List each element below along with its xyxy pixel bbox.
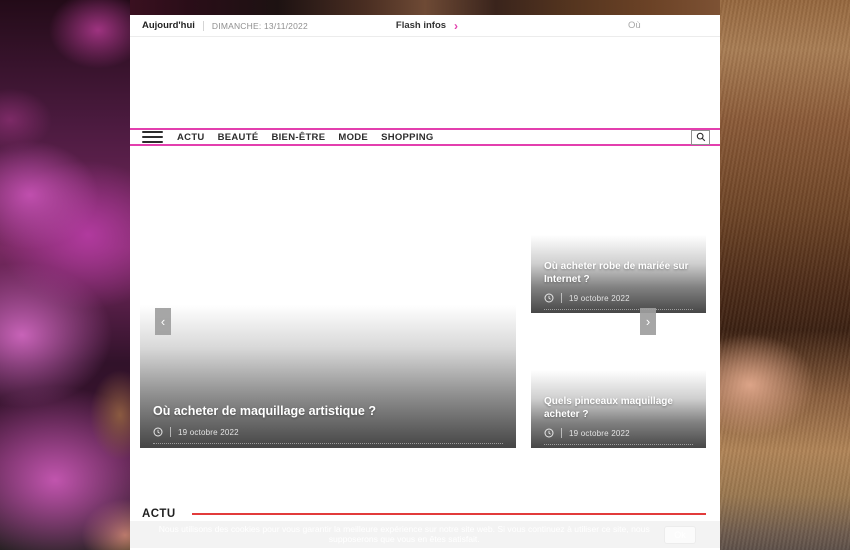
article-date: 19 octobre 2022 [178, 428, 239, 437]
today-label: Aujourd'hui [142, 20, 195, 31]
article-meta: 19 octobre 2022 [544, 293, 693, 310]
nav-item-bien-etre[interactable]: BIEN-ÊTRE [271, 132, 325, 143]
article-title[interactable]: Quels pinceaux maquillage acheter ? [531, 396, 706, 421]
flash-infos-label: Flash infos [396, 20, 446, 31]
main-content-panel: Aujourd'hui DIMANCHE: 13/11/2022 Flash i… [130, 15, 720, 550]
article-meta: 19 octobre 2022 [153, 427, 503, 444]
carousel-prev-button[interactable]: ‹ [155, 308, 171, 335]
meta-separator [561, 293, 562, 303]
cookie-ok-button[interactable]: Ok [664, 526, 696, 544]
background-photo-face [720, 0, 850, 550]
carousel-next-button[interactable]: › [640, 308, 656, 335]
background-photo-orchids [0, 0, 130, 550]
article-date: 19 octobre 2022 [569, 294, 630, 303]
main-navigation: ACTU BEAUTÉ BIEN-ÊTRE MODE SHOPPING [130, 128, 720, 146]
featured-article-main[interactable]: ‹ › Où acheter de maquillage artistique … [140, 183, 516, 448]
featured-article-side[interactable]: Quels pinceaux maquillage acheter ? 19 o… [531, 318, 706, 448]
current-date: DIMANCHE: 13/11/2022 [212, 21, 308, 31]
nav-item-actu[interactable]: ACTU [177, 132, 205, 143]
search-button[interactable] [691, 130, 710, 145]
background-photo-top [130, 0, 720, 15]
nav-item-mode[interactable]: MODE [338, 132, 368, 143]
nav-item-shopping[interactable]: SHOPPING [381, 132, 434, 143]
header-logo-area [130, 37, 720, 128]
topbar-separator [203, 21, 204, 31]
actu-section-header: ACTU [130, 507, 720, 521]
article-title[interactable]: Où acheter robe de mariée sur Internet ? [531, 261, 706, 286]
clock-icon [544, 428, 554, 438]
nav-item-beaute[interactable]: BEAUTÉ [218, 132, 259, 143]
cookie-consent-bar: Nous utilisons des cookies pour vous gar… [130, 521, 720, 548]
featured-carousel: ‹ › Où acheter de maquillage artistique … [130, 183, 720, 448]
news-ticker-text: Où [628, 20, 641, 31]
article-date: 19 octobre 2022 [569, 429, 630, 438]
article-title[interactable]: Où acheter de maquillage artistique ? [140, 404, 516, 420]
chevron-right-icon: › [454, 20, 458, 32]
clock-icon [153, 427, 163, 437]
search-icon [696, 132, 706, 142]
menu-icon[interactable] [142, 131, 163, 143]
section-title: ACTU [142, 508, 176, 520]
article-meta: 19 octobre 2022 [544, 428, 693, 445]
meta-separator [170, 427, 171, 437]
top-bar: Aujourd'hui DIMANCHE: 13/11/2022 Flash i… [130, 15, 720, 37]
featured-article-side[interactable]: Où acheter robe de mariée sur Internet ?… [531, 183, 706, 313]
cookie-message: Nous utilisons des cookies pour vous gar… [154, 525, 654, 544]
section-divider-line [192, 513, 706, 515]
carousel-side-column: Où acheter robe de mariée sur Internet ?… [531, 183, 706, 448]
clock-icon [544, 293, 554, 303]
flash-infos-link[interactable]: Flash infos › [396, 20, 458, 32]
meta-separator [561, 428, 562, 438]
